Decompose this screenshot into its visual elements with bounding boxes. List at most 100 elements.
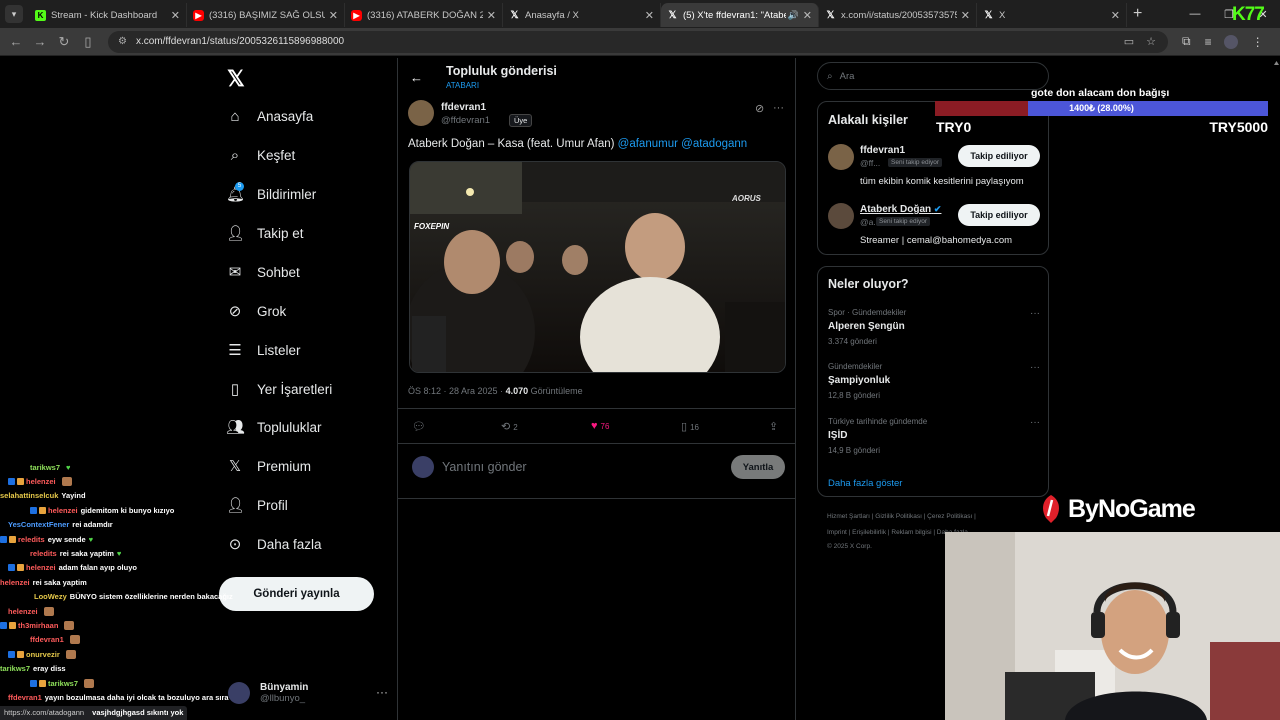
reload-icon[interactable]: ↻ — [52, 34, 76, 50]
browser-tab[interactable]: ▶ (3316) ATABERK DOĞAN 2025 ✕ — [345, 3, 503, 27]
close-icon[interactable]: ✕ — [803, 9, 812, 22]
close-icon[interactable]: ✕ — [329, 9, 338, 22]
author-avatar[interactable] — [408, 100, 434, 126]
browser-tab[interactable]: 𝕏x.com/i/status/20053573575 ✕ — [819, 3, 977, 27]
speaker-icon[interactable]: 🔊 — [788, 10, 799, 21]
browser-tab[interactable]: K Stream - Kick Dashboard ✕ — [29, 3, 187, 27]
chat-username[interactable]: helenzei — [0, 578, 30, 587]
person-item[interactable]: Ataberk Doğan ✔ @a... Seni takip ediyor … — [828, 203, 1040, 257]
chat-username[interactable]: helenzei — [26, 477, 56, 486]
back-arrow-icon[interactable]: ← — [410, 70, 423, 85]
chat-username[interactable]: tarikws7 — [0, 664, 30, 673]
share-button[interactable]: ⇪ — [769, 420, 778, 433]
address-bar[interactable]: ⚙ x.com/ffdevran1/status/200532611589698… — [108, 30, 1168, 53]
nav-item-bookmarks[interactable]: ▯ Yer İşaretleri — [226, 374, 332, 404]
show-more-link[interactable]: Daha fazla göster — [828, 478, 902, 489]
split-view-icon[interactable]: ▯ — [76, 34, 100, 50]
following-button[interactable]: Takip ediliyor — [958, 204, 1040, 226]
reply-submit-button[interactable]: Yanıtla — [731, 455, 785, 479]
chat-username[interactable]: tarikws7 — [30, 463, 60, 472]
extensions-icon[interactable]: ⧉ — [1182, 34, 1191, 49]
nav-item-grok[interactable]: ⊘ Grok — [226, 296, 287, 326]
nav-item-profile[interactable]: 👤︎ Profil — [226, 490, 288, 520]
chat-username[interactable]: ffdevran1 — [30, 635, 64, 644]
trend-item[interactable]: Türkiye tarihinde gündemde IŞİD 14,9 B g… — [828, 417, 1040, 461]
chat-username[interactable]: helenzei — [48, 506, 78, 515]
nav-label: Premium — [257, 458, 312, 474]
avatar — [228, 682, 250, 704]
minimize-icon[interactable]: — — [1178, 8, 1212, 20]
nav-item-communities[interactable]: 👥︎ Topluluklar — [226, 412, 322, 442]
avatar[interactable] — [828, 144, 854, 170]
close-icon[interactable]: ✕ — [171, 9, 180, 22]
more-dots-icon[interactable]: ··· — [1030, 417, 1040, 428]
community-link[interactable]: ATABARI — [446, 81, 479, 90]
close-icon[interactable]: ✕ — [961, 9, 970, 22]
nav-item-follow[interactable]: 👤︎ Takip et — [226, 218, 304, 248]
author-name[interactable]: ffdevran1 — [441, 102, 486, 113]
footer-links[interactable]: Hizmet Şartları | Gizlilik Politikası | … — [827, 513, 976, 520]
new-tab-icon[interactable]: + — [1133, 5, 1142, 23]
author-handle[interactable]: @ffdevran1 — [441, 115, 490, 126]
repost-button[interactable]: ⟲ 2 — [501, 420, 518, 433]
cast-icon[interactable]: ▭ — [1124, 35, 1134, 48]
nav-item-premium[interactable]: 𝕏 Premium — [226, 451, 311, 481]
following-button[interactable]: Takip ediliyor — [958, 145, 1040, 167]
person-item[interactable]: ffdevran1 @ff... Seni takip ediyor Takip… — [828, 144, 1040, 198]
back-icon[interactable]: ← — [4, 34, 28, 49]
person-name[interactable]: ffdevran1 — [860, 145, 905, 156]
mention-link[interactable]: @atadogann — [681, 138, 747, 150]
browser-menu-icon[interactable]: ⋮ — [1252, 35, 1264, 49]
x-logo-icon[interactable]: 𝕏 — [227, 66, 245, 92]
more-dots-icon[interactable]: ··· — [1030, 362, 1040, 373]
chat-username[interactable]: ffdevran1 — [8, 693, 42, 702]
trend-item[interactable]: Spor · Gündemdekiler Alperen Şengün 3.37… — [828, 308, 1040, 352]
chat-username[interactable]: LooWezy — [34, 592, 67, 601]
chat-username[interactable]: tarikws7 — [48, 679, 78, 688]
chat-username[interactable]: YesContextFener — [8, 520, 69, 529]
browser-tab[interactable]: ▶ (3316) BAŞIMIZ SAĞ OLSUN | M ✕ — [187, 3, 345, 27]
post-button[interactable]: Gönderi yayınla — [219, 577, 374, 611]
grok-icon[interactable]: ⊘ — [755, 102, 764, 115]
chat-username[interactable]: th3mirhaan — [18, 621, 58, 630]
chat-username[interactable]: onurvezir — [26, 650, 60, 659]
trend-item[interactable]: Gündemdekiler Şampiyonluk 12,8 B gönderi… — [828, 362, 1040, 406]
close-icon[interactable]: ✕ — [645, 9, 654, 22]
nav-item-more[interactable]: ⊙ Daha fazla — [226, 529, 322, 559]
page-scrollbar[interactable] — [1273, 58, 1280, 118]
video-player[interactable]: FOXEPIN AORUS — [409, 161, 786, 373]
tab-search-icon[interactable]: ▾ — [5, 5, 23, 23]
forward-icon[interactable]: → — [28, 34, 52, 49]
browser-tab-active[interactable]: 𝕏 (5) X'te ffdevran1: "Ataberk 🔊 ✕ — [661, 3, 819, 27]
mention-link[interactable]: @afanumur — [618, 138, 678, 150]
nav-item-lists[interactable]: ☰ Listeler — [226, 335, 300, 365]
reply-input[interactable]: Yanıtını gönder — [442, 460, 527, 474]
post-timestamp[interactable]: ÖS 8:12 · 28 Ara 2025 · — [408, 386, 506, 396]
avatar[interactable] — [828, 203, 854, 229]
browser-tab[interactable]: 𝕏 X ✕ — [977, 3, 1127, 27]
bookmark-star-icon[interactable]: ☆ — [1146, 35, 1156, 48]
chat-username[interactable]: reledits — [30, 549, 57, 558]
close-icon[interactable]: ✕ — [487, 9, 496, 22]
browser-tab[interactable]: 𝕏 Anasayfa / X ✕ — [503, 3, 661, 27]
browser-profile-avatar[interactable] — [1223, 34, 1238, 49]
chat-username[interactable]: helenzei — [8, 607, 38, 616]
reply-button[interactable]: 💬︎ — [412, 420, 426, 433]
nav-item-home[interactable]: ⌂ Anasayfa — [226, 101, 313, 131]
chat-username[interactable]: helenzei — [26, 563, 56, 572]
nav-item-explore[interactable]: ⌕ Keşfet — [226, 140, 295, 170]
more-dots-icon[interactable]: ··· — [376, 685, 388, 699]
close-icon[interactable]: ✕ — [1111, 9, 1120, 22]
like-button[interactable]: ♥ 76 — [591, 420, 609, 432]
bookmark-button[interactable]: ▯ 16 — [681, 420, 699, 433]
person-name[interactable]: Ataberk Doğan ✔ — [860, 204, 941, 215]
site-info-icon[interactable]: ⚙ — [118, 36, 127, 47]
more-dots-icon[interactable]: ··· — [1030, 308, 1040, 319]
nav-item-notifications[interactable]: 🔔︎ 5 Bildirimler — [226, 179, 316, 209]
media-controls-icon[interactable]: ≡ — [1205, 35, 1212, 49]
nav-item-chat[interactable]: ✉ Sohbet — [226, 257, 300, 287]
more-dots-icon[interactable]: ··· — [773, 102, 784, 114]
chat-username[interactable]: selahattinselcuk — [0, 491, 58, 500]
account-switcher[interactable]: Bünyamin @llbunyo_ ··· — [228, 673, 388, 713]
chat-username[interactable]: reledits — [18, 535, 45, 544]
